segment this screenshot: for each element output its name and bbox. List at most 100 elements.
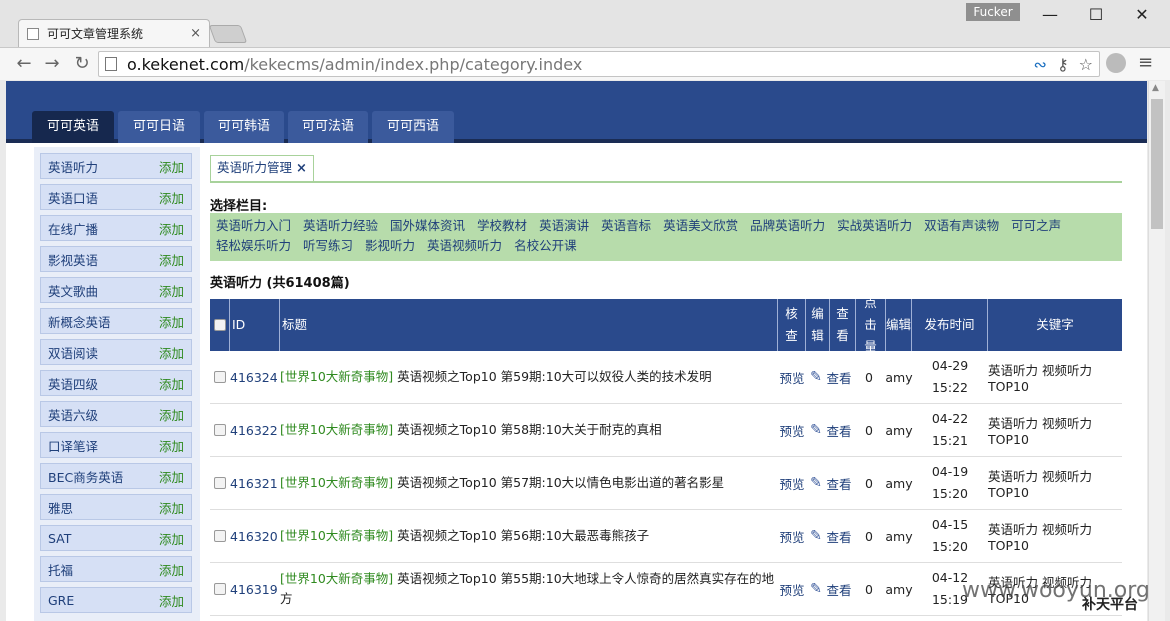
reload-icon[interactable]: ↻ [70, 52, 94, 76]
category-link[interactable]: 英语演讲 [539, 216, 589, 236]
sidebar-add-link[interactable]: 添加 [159, 188, 184, 207]
sidebar-item[interactable]: 英语六级 添加 [40, 401, 192, 427]
lang-tab-english[interactable]: 可可英语 [32, 111, 114, 143]
lang-tab-spanish[interactable]: 可可西语 [372, 111, 454, 143]
sidebar-add-link[interactable]: 添加 [159, 467, 184, 486]
category-link[interactable]: 可可之声 [1011, 216, 1061, 236]
sidebar-add-link[interactable]: 添加 [159, 219, 184, 238]
edit-pencil-icon[interactable]: ✎ [806, 404, 826, 456]
sidebar-item-label[interactable]: GRE [48, 593, 74, 608]
scroll-up-icon[interactable]: ▲ [1152, 83, 1159, 93]
row-tag-link[interactable]: [世界10大新奇事物] [280, 475, 393, 490]
row-checkbox[interactable] [214, 424, 226, 436]
header-id[interactable]: ID [230, 299, 280, 351]
globe-icon[interactable] [1106, 53, 1126, 73]
header-title[interactable]: 标题 [280, 299, 778, 351]
sidebar-item-label[interactable]: 英语六级 [48, 405, 98, 424]
preview-link[interactable]: 预览 [778, 351, 806, 403]
header-publish-time[interactable]: 发布时间 [912, 299, 988, 351]
lang-tab-japanese[interactable]: 可可日语 [118, 111, 200, 143]
row-checkbox[interactable] [214, 583, 226, 595]
row-title-link[interactable]: 英语视频之Top10 第58期:10大关于耐克的真相 [397, 422, 662, 437]
sidebar-add-link[interactable]: 添加 [159, 560, 184, 579]
forward-arrow-icon[interactable]: → [40, 52, 64, 76]
sidebar-item-label[interactable]: 新概念英语 [48, 312, 111, 331]
sidebar-add-link[interactable]: 添加 [159, 498, 184, 517]
edit-pencil-icon[interactable]: ✎ [806, 563, 826, 615]
category-link[interactable]: 英语听力经验 [303, 216, 378, 236]
sidebar-item[interactable]: 英语听力 添加 [40, 153, 192, 179]
sidebar-item-label[interactable]: 英语听力 [48, 157, 98, 176]
category-link[interactable]: 听写练习 [303, 236, 353, 256]
sidebar-add-link[interactable]: 添加 [159, 405, 184, 424]
bookmark-star-icon[interactable]: ☆ [1079, 55, 1093, 74]
row-checkbox[interactable] [214, 477, 226, 489]
manager-tab-close-icon[interactable]: × [296, 161, 307, 176]
row-title-link[interactable]: 英语视频之Top10 第56期:10大最恶毒熊孩子 [397, 528, 649, 543]
row-checkbox[interactable] [214, 530, 226, 542]
row-title-link[interactable]: 英语视频之Top10 第57期:10大以情色电影出道的著名影星 [397, 475, 724, 490]
sidebar-item-label[interactable]: 双语阅读 [48, 343, 98, 362]
view-link[interactable]: 查看 [826, 510, 852, 562]
sidebar-item-label[interactable]: SAT [48, 531, 71, 546]
category-link[interactable]: 学校教材 [477, 216, 527, 236]
new-tab-button[interactable] [208, 25, 248, 43]
edit-pencil-icon[interactable]: ✎ [806, 351, 826, 403]
sidebar-item[interactable]: 雅思 添加 [40, 494, 192, 520]
sidebar-add-link[interactable]: 添加 [159, 591, 184, 610]
view-link[interactable]: 查看 [826, 457, 852, 509]
sidebar-add-link[interactable]: 添加 [159, 436, 184, 455]
category-link[interactable]: 双语有声读物 [924, 216, 999, 236]
category-link[interactable]: 英语视频听力 [427, 236, 502, 256]
browser-menu-icon[interactable]: ≡ [1138, 52, 1153, 73]
sidebar-item[interactable]: SAT 添加 [40, 525, 192, 551]
category-link[interactable]: 影视听力 [365, 236, 415, 256]
browser-tab[interactable]: 可可文章管理系统 × [18, 19, 210, 47]
row-title-link[interactable]: 英语视频之Top10 第59期:10大可以奴役人类的技术发明 [397, 369, 712, 384]
sidebar-add-link[interactable]: 添加 [159, 281, 184, 300]
sidebar-item-label[interactable]: 雅思 [48, 498, 73, 517]
edit-pencil-icon[interactable]: ✎ [806, 510, 826, 562]
sidebar-add-link[interactable]: 添加 [159, 157, 184, 176]
manager-tab[interactable]: 英语听力管理 × [210, 155, 314, 182]
key-icon[interactable]: ⚷ [1057, 55, 1069, 74]
sidebar-item-label[interactable]: 口译笔译 [48, 436, 98, 455]
category-link[interactable]: 英语听力入门 [216, 216, 291, 236]
preview-link[interactable]: 预览 [778, 404, 806, 456]
header-hits[interactable]: 点击量 [856, 295, 886, 354]
sidebar-item[interactable]: 英语四级 添加 [40, 370, 192, 396]
sidebar-item-label[interactable]: 托福 [48, 560, 73, 579]
sidebar-add-link[interactable]: 添加 [159, 250, 184, 269]
view-link[interactable]: 查看 [826, 404, 852, 456]
sidebar-item-label[interactable]: 影视英语 [48, 250, 98, 269]
category-link[interactable]: 名校公开课 [514, 236, 577, 256]
preview-link[interactable]: 预览 [778, 510, 806, 562]
view-link[interactable]: 查看 [826, 563, 852, 615]
sidebar-item-label[interactable]: 英文歌曲 [48, 281, 98, 300]
preview-link[interactable]: 预览 [778, 563, 806, 615]
edit-pencil-icon[interactable]: ✎ [806, 457, 826, 509]
view-link[interactable]: 查看 [826, 351, 852, 403]
minimize-button[interactable]: — [1036, 4, 1064, 26]
sidebar-add-link[interactable]: 添加 [159, 374, 184, 393]
category-link[interactable]: 英语音标 [601, 216, 651, 236]
sidebar-add-link[interactable]: 添加 [159, 312, 184, 331]
category-link[interactable]: 轻松娱乐听力 [216, 236, 291, 256]
scroll-thumb[interactable] [1151, 99, 1163, 229]
extension-icon[interactable]: ∾ [1034, 55, 1047, 74]
category-link[interactable]: 英语美文欣赏 [663, 216, 738, 236]
sidebar-item[interactable]: 托福 添加 [40, 556, 192, 582]
row-tag-link[interactable]: [世界10大新奇事物] [280, 369, 393, 384]
profile-badge[interactable]: Fucker [966, 3, 1020, 21]
page-scrollbar[interactable]: ▲ [1148, 81, 1165, 621]
sidebar-item[interactable]: 口译笔译 添加 [40, 432, 192, 458]
lang-tab-korean[interactable]: 可可韩语 [204, 111, 284, 143]
row-tag-link[interactable]: [世界10大新奇事物] [280, 571, 393, 586]
category-link[interactable]: 实战英语听力 [837, 216, 912, 236]
sidebar-item[interactable]: 双语阅读 添加 [40, 339, 192, 365]
tab-close-icon[interactable]: × [190, 26, 201, 41]
category-link[interactable]: 品牌英语听力 [750, 216, 825, 236]
sidebar-item-label[interactable]: 英语四级 [48, 374, 98, 393]
sidebar-item[interactable]: 新概念英语 添加 [40, 308, 192, 334]
category-link[interactable]: 国外媒体资讯 [390, 216, 465, 236]
